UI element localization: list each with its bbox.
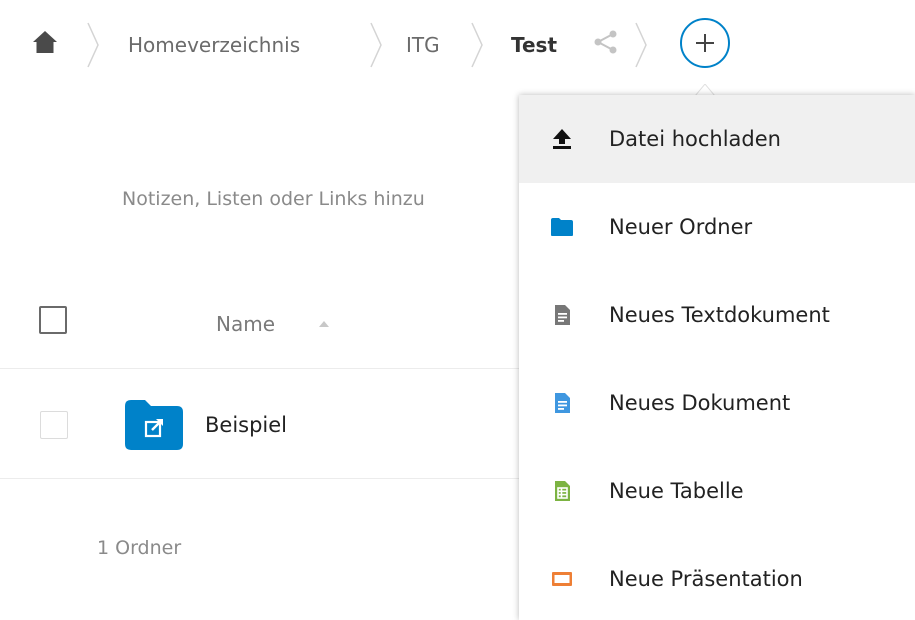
menu-item-label: Neue Präsentation	[609, 567, 803, 591]
breadcrumb-item-homeverzeichnis[interactable]: Homeverzeichnis	[128, 31, 300, 59]
breadcrumb: Homeverzeichnis ITG Test	[0, 0, 915, 95]
column-header-name[interactable]: Name	[216, 310, 275, 338]
breadcrumb-separator	[635, 22, 647, 68]
table-divider	[0, 368, 520, 369]
breadcrumb-item-itg[interactable]: ITG	[406, 31, 440, 59]
menu-item-new-document[interactable]: Neues Dokument	[519, 359, 915, 447]
menu-item-new-text-document[interactable]: Neues Textdokument	[519, 271, 915, 359]
upload-icon	[553, 129, 571, 149]
notes-placeholder[interactable]: Notizen, Listen oder Links hinzu	[122, 185, 425, 213]
menu-item-label: Neues Dokument	[609, 391, 791, 415]
folder-icon	[551, 218, 573, 236]
text-document-icon	[555, 305, 570, 325]
home-icon[interactable]	[31, 28, 59, 56]
spreadsheet-icon	[555, 481, 570, 501]
menu-item-label: Datei hochladen	[609, 127, 781, 151]
menu-item-label: Neue Tabelle	[609, 479, 744, 503]
new-button[interactable]	[680, 18, 730, 68]
row-name[interactable]: Beispiel	[205, 410, 287, 440]
breadcrumb-item-test[interactable]: Test	[511, 31, 557, 59]
sort-ascending-icon	[319, 321, 329, 327]
menu-item-new-spreadsheet[interactable]: Neue Tabelle	[519, 447, 915, 535]
menu-item-new-presentation[interactable]: Neue Präsentation	[519, 535, 915, 620]
file-summary: 1 Ordner	[97, 537, 182, 559]
menu-item-label: Neuer Ordner	[609, 215, 753, 239]
select-all-checkbox[interactable]	[39, 306, 67, 334]
table-divider	[0, 478, 520, 479]
breadcrumb-separator	[87, 22, 99, 68]
menu-item-new-folder[interactable]: Neuer Ordner	[519, 183, 915, 271]
shared-folder-icon[interactable]	[125, 400, 183, 450]
document-icon	[555, 393, 570, 413]
share-icon[interactable]	[593, 29, 619, 55]
plus-icon	[696, 34, 714, 52]
menu-item-label: Neues Textdokument	[609, 303, 830, 327]
row-checkbox[interactable]	[40, 411, 68, 439]
breadcrumb-separator	[370, 22, 382, 68]
new-menu: Datei hochladen Neuer Ordner Neues Textd…	[519, 95, 915, 620]
breadcrumb-separator	[471, 22, 483, 68]
menu-item-upload-file[interactable]: Datei hochladen	[519, 95, 915, 183]
presentation-icon	[552, 572, 572, 586]
